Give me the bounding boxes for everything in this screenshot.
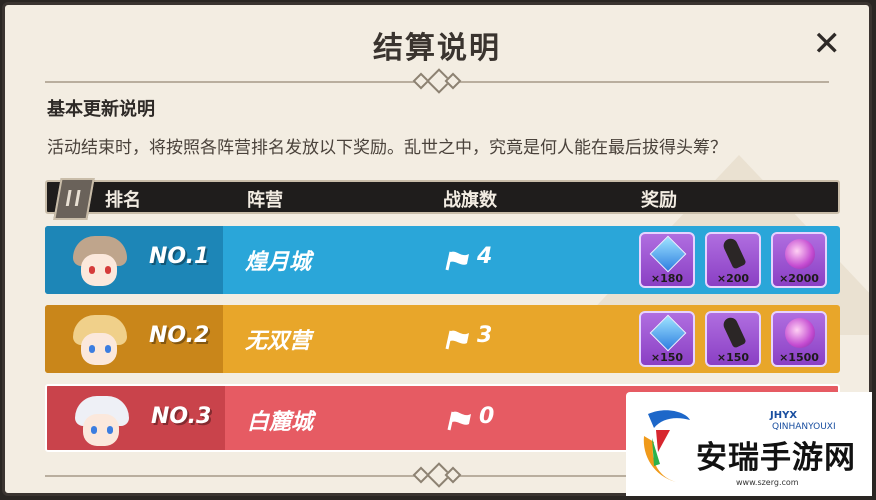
purple-orb-icon xyxy=(785,239,815,269)
camp-leader-avatar xyxy=(57,311,127,367)
watermark-logo xyxy=(643,410,690,482)
reward-item[interactable]: ×150 xyxy=(639,311,695,367)
rank-label: NO.3 xyxy=(151,404,212,429)
table-header: 排名 阵营 战旗数 奖励 xyxy=(45,178,840,220)
war-flag-icon xyxy=(447,411,471,431)
rank-trophy-icon xyxy=(53,178,95,220)
blue-crystal-icon xyxy=(649,314,687,352)
war-flag-icon xyxy=(445,251,469,271)
reward-count: ×150 xyxy=(650,351,684,364)
header-rank: 排名 xyxy=(105,190,141,211)
rank-label: NO.2 xyxy=(149,323,210,348)
camp-leader-avatar xyxy=(57,232,127,288)
description-text: 活动结束时，将按照各阵营排名发放以下奖励。乱世之中，究竟是何人能在最后拔得头筹？ xyxy=(47,138,727,158)
reward-count: ×1500 xyxy=(779,351,819,364)
camp-name: 煌月城 xyxy=(245,250,312,275)
reward-item[interactable]: ×180 xyxy=(639,232,695,288)
camp-name: 无双营 xyxy=(245,329,312,354)
flag-count: 3 xyxy=(477,323,493,348)
war-flag-icon xyxy=(445,330,469,350)
reward-item[interactable]: ×150 xyxy=(705,311,761,367)
title-divider xyxy=(45,68,829,94)
reward-count: ×2000 xyxy=(779,272,819,285)
watermark-brand-name: 安瑞手游网 xyxy=(696,440,856,476)
header-camp: 阵营 xyxy=(247,190,283,211)
watermark-brand-pinyin: QINHANYOUXI xyxy=(772,422,836,432)
header-flags: 战旗数 xyxy=(443,190,497,211)
header-rewards: 奖励 xyxy=(641,190,677,211)
site-watermark: JHYX QINHANYOUXI 安瑞手游网 www.szerg.com xyxy=(626,392,872,496)
rank-label: NO.1 xyxy=(149,244,210,269)
close-icon[interactable]: ✕ xyxy=(813,27,842,61)
reward-item[interactable]: ×200 xyxy=(705,232,761,288)
watermark-brand-code: JHYX xyxy=(770,410,798,421)
purple-orb-icon xyxy=(785,318,815,348)
flag-count: 4 xyxy=(477,244,493,269)
reward-count: ×150 xyxy=(716,351,750,364)
brush-icon xyxy=(721,315,747,349)
reward-count: ×180 xyxy=(650,272,684,285)
ranking-row: NO.1 煌月城 4 ×180 ×200 ×2000 xyxy=(45,226,840,294)
camp-name: 白麓城 xyxy=(247,410,314,435)
brush-icon xyxy=(721,236,747,270)
reward-item[interactable]: ×1500 xyxy=(771,311,827,367)
blue-crystal-icon xyxy=(649,235,687,273)
reward-item[interactable]: ×2000 xyxy=(771,232,827,288)
ranking-row: NO.2 无双营 3 ×150 ×150 ×1500 xyxy=(45,305,840,373)
flag-count: 0 xyxy=(479,404,495,429)
dialog-title: 结算说明 xyxy=(373,31,501,66)
watermark-url: www.szerg.com xyxy=(736,478,799,487)
section-title: 基本更新说明 xyxy=(47,99,155,120)
camp-leader-avatar xyxy=(59,392,129,448)
reward-count: ×200 xyxy=(716,272,750,285)
